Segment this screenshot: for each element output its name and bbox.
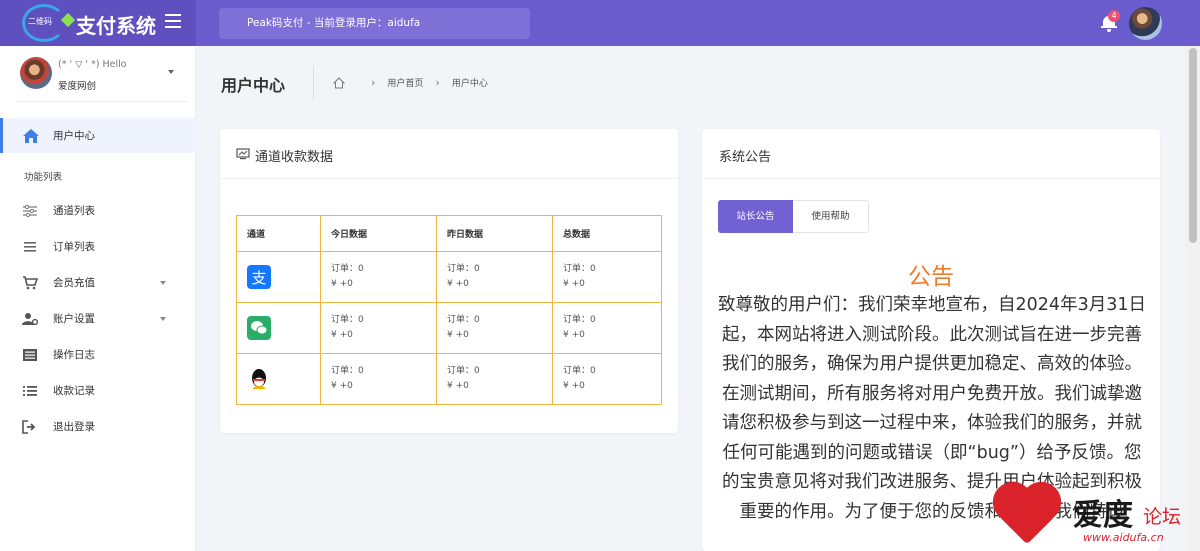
watermark-logo: 爱度 论坛 www.aidufa.cn — [998, 487, 1193, 548]
sidebar-item-user-center[interactable]: 用户中心 — [0, 118, 196, 153]
tab-help[interactable]: 使用帮助 — [793, 200, 869, 233]
page-scrollbar[interactable] — [1186, 46, 1200, 551]
sliders-icon — [23, 204, 37, 218]
notification-badge: 4 — [1108, 10, 1120, 22]
order-count: 订单：0 — [331, 315, 364, 325]
logo-text: 支付系统 — [76, 14, 156, 38]
header-divider — [313, 66, 314, 100]
chevron-down-icon — [160, 317, 166, 321]
watermark-url: www.aidufa.cn — [1083, 531, 1164, 544]
sidebar-item-label: 会员充值 — [53, 277, 95, 289]
order-count: 订单：0 — [331, 366, 364, 376]
logo-small-text: 二维码 — [28, 17, 52, 26]
order-count: 订单：0 — [447, 264, 480, 274]
breadcrumb: › 用户首页 › 用户中心 — [333, 76, 488, 89]
order-count: 订单：0 — [563, 366, 596, 376]
sidebar-item-orders[interactable]: 订单列表 — [0, 229, 196, 265]
watermark-brand: 爱度 — [1073, 498, 1133, 533]
user-greeting: (* ' ▽ ' *) Hello — [58, 59, 127, 70]
table-row: 支 订单：0 ¥ +0 订单：0 ¥ +0 订单：0 ¥ +0 — [236, 251, 662, 303]
scrollbar-thumb[interactable] — [1189, 48, 1197, 243]
chevron-right-icon: › — [435, 76, 440, 89]
user-gear-icon — [22, 313, 38, 326]
home-icon[interactable] — [333, 76, 345, 89]
top-bar: 二维码 支付系统 Peak码支付 - 当前登录用户：aidufa 4 — [0, 0, 1200, 46]
amount: ¥ +0 — [563, 279, 585, 289]
table-header-row: 通道 今日数据 昨日数据 总数据 — [236, 215, 662, 252]
channel-table: 通道 今日数据 昨日数据 总数据 支 订单：0 ¥ +0 订单：0 ¥ +0 订单：… — [236, 215, 662, 405]
amount: ¥ +0 — [331, 381, 353, 391]
menu-icon — [24, 242, 36, 252]
sidebar-item-logs[interactable]: 操作日志 — [0, 337, 196, 373]
qq-icon — [247, 367, 271, 391]
sidebar-item-account[interactable]: 账户设置 — [0, 301, 196, 337]
list-icon — [23, 386, 37, 396]
sidebar-item-logout[interactable]: 退出登录 — [0, 409, 196, 445]
sidebar-item-recharge[interactable]: 会员充值 — [0, 265, 196, 301]
order-count: 订单：0 — [331, 264, 364, 274]
sidebar-item-channels[interactable]: 通道列表 — [0, 193, 196, 229]
watermark-suffix: 论坛 — [1143, 506, 1182, 528]
amount: ¥ +0 — [563, 381, 585, 391]
order-count: 订单：0 — [447, 366, 480, 376]
login-notice: Peak码支付 - 当前登录用户：aidufa — [219, 8, 530, 39]
nav-section-title: 功能列表 — [24, 172, 63, 183]
card-title: 通道收款数据 — [255, 150, 334, 165]
order-count: 订单：0 — [563, 264, 596, 274]
user-panel[interactable]: (* ' ▽ ' *) Hello 爱度网创 — [18, 54, 188, 102]
sidebar-item-label: 操作日志 — [53, 349, 95, 361]
amount: ¥ +0 — [447, 381, 469, 391]
sidebar-item-label: 通道列表 — [53, 205, 95, 217]
order-count: 订单：0 — [563, 315, 596, 325]
column-header: 今日数据 — [320, 215, 437, 252]
sidebar-item-label: 账户设置 — [53, 313, 95, 325]
alipay-icon: 支 — [247, 265, 271, 289]
sidebar-item-records[interactable]: 收款记录 — [0, 373, 196, 409]
heart-icon — [998, 487, 1056, 545]
amount: ¥ +0 — [331, 279, 353, 289]
avatar — [20, 57, 52, 89]
column-header: 总数据 — [552, 215, 662, 252]
amount: ¥ +0 — [563, 330, 585, 340]
notice-heading: 公告 — [908, 264, 954, 290]
breadcrumb-item[interactable]: 用户首页 — [387, 76, 423, 89]
table-row: 订单：0 ¥ +0 订单：0 ¥ +0 订单：0 ¥ +0 — [236, 353, 662, 405]
amount: ¥ +0 — [447, 279, 469, 289]
header-avatar[interactable] — [1129, 7, 1162, 40]
sidebar-item-label: 用户中心 — [53, 130, 95, 142]
chevron-down-icon — [168, 70, 174, 74]
user-name: 爱度网创 — [58, 81, 97, 92]
card-title: 系统公告 — [719, 150, 772, 165]
hamburger-icon — [165, 14, 181, 16]
list-box-icon — [23, 349, 37, 361]
column-header: 通道 — [236, 215, 321, 252]
chevron-down-icon — [160, 281, 166, 285]
amount: ¥ +0 — [447, 330, 469, 340]
channel-data-card: 通道收款数据 通道 今日数据 昨日数据 总数据 支 订单：0 ¥ +0 订单：0 ¥… — [220, 129, 678, 433]
menu-toggle-button[interactable] — [165, 10, 181, 32]
cart-icon — [23, 276, 38, 290]
amount: ¥ +0 — [331, 330, 353, 340]
column-header: 昨日数据 — [436, 215, 553, 252]
page-title: 用户中心 — [221, 76, 286, 95]
wechat-icon — [247, 316, 271, 340]
sidebar-item-label: 订单列表 — [53, 241, 95, 253]
logout-icon — [22, 420, 36, 434]
chevron-right-icon: › — [371, 76, 376, 89]
sidebar: (* ' ▽ ' *) Hello 爱度网创 用户中心 功能列表 通道列表 订单… — [0, 46, 196, 551]
svg-text:支: 支 — [251, 269, 266, 287]
order-count: 订单：0 — [447, 315, 480, 325]
brand-area: 二维码 支付系统 — [0, 0, 196, 46]
sidebar-item-label: 退出登录 — [53, 421, 95, 433]
tab-admin-notice[interactable]: 站长公告 — [718, 200, 793, 233]
breadcrumb-item: 用户中心 — [451, 79, 488, 89]
table-row: 订单：0 ¥ +0 订单：0 ¥ +0 订单：0 ¥ +0 — [236, 302, 662, 354]
sidebar-item-label: 收款记录 — [53, 385, 95, 397]
monitor-icon — [236, 148, 250, 160]
home-icon — [23, 129, 39, 143]
